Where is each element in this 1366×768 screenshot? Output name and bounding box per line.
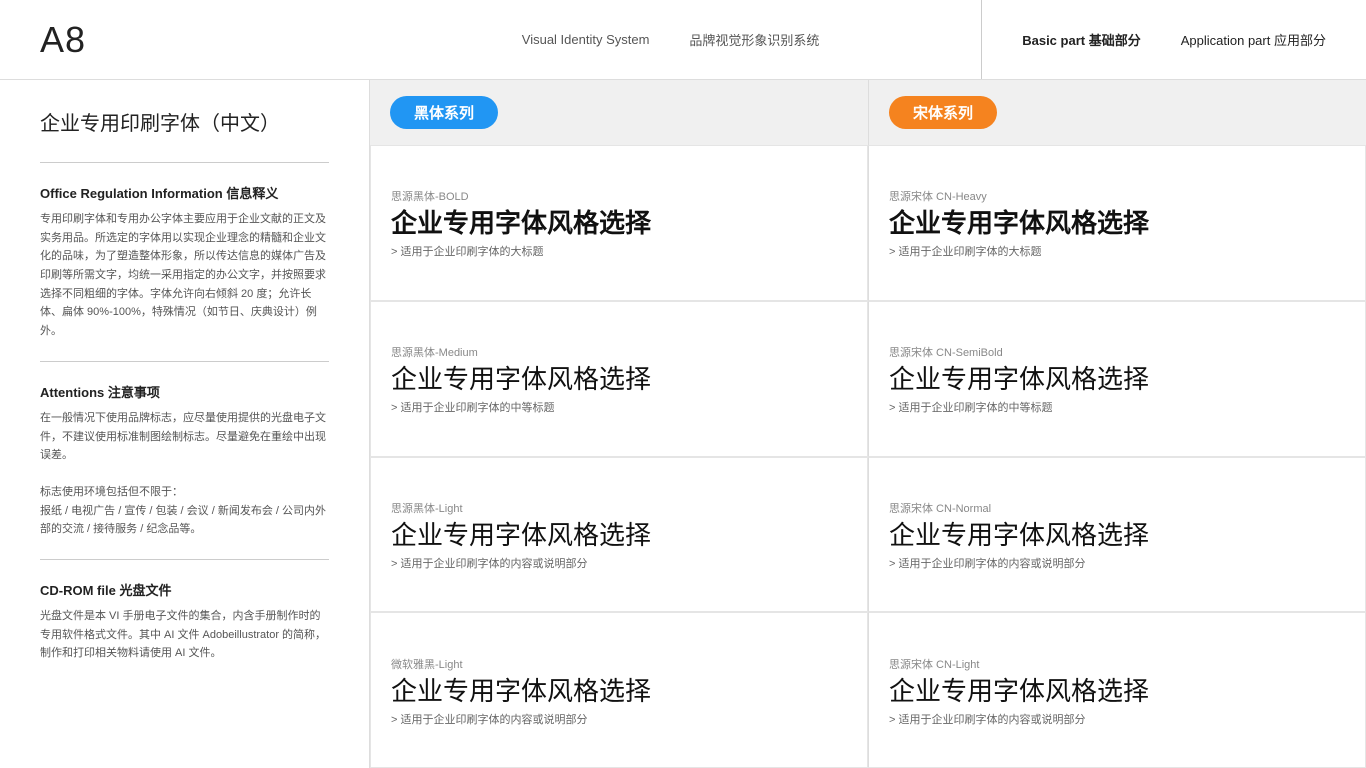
- sidebar: 企业专用印刷字体（中文） Office Regulation Informati…: [0, 80, 370, 768]
- main-layout: 企业专用印刷字体（中文） Office Regulation Informati…: [0, 80, 1366, 768]
- font-name-4-right: 思源宋体 CN-Light: [889, 656, 1345, 672]
- left-badge: 黑体系列: [390, 96, 498, 129]
- header-center: Visual Identity System 品牌视觉形象识别系统: [360, 0, 982, 79]
- nav-basic[interactable]: Basic part 基础部分: [1022, 30, 1141, 49]
- font-desc-4-left: > 适用于企业印刷字体的内容或说明部分: [391, 711, 847, 727]
- font-sample-3-right: 企业专用字体风格选择: [889, 520, 1345, 551]
- font-name-1-left: 思源黑体-BOLD: [391, 188, 847, 204]
- right-cat-header: 宋体系列: [868, 80, 1366, 145]
- font-sample-1-right: 企业专用字体风格选择: [889, 208, 1345, 239]
- title-cn: 品牌视觉形象识别系统: [689, 30, 819, 49]
- attentions-text-1: 在一般情况下使用品牌标志，应尽量使用提供的光盘电子文件，不建议使用标准制图绘制标…: [40, 409, 329, 465]
- font-sample-2-left: 企业专用字体风格选择: [391, 364, 847, 395]
- page-number: A8: [40, 19, 360, 61]
- font-desc-4-right: > 适用于企业印刷字体的内容或说明部分: [889, 711, 1345, 727]
- font-name-3-left: 思源黑体-Light: [391, 500, 847, 516]
- divider-1: [40, 162, 329, 163]
- font-sample-4-right: 企业专用字体风格选择: [889, 676, 1345, 707]
- font-name-3-right: 思源宋体 CN-Normal: [889, 500, 1345, 516]
- font-sample-2-right: 企业专用字体风格选择: [889, 364, 1345, 395]
- font-row-2-left: 思源黑体-Medium 企业专用字体风格选择 > 适用于企业印刷字体的中等标题: [370, 301, 868, 457]
- font-name-1-right: 思源宋体 CN-Heavy: [889, 188, 1345, 204]
- font-name-2-left: 思源黑体-Medium: [391, 344, 847, 360]
- font-row-1-right: 思源宋体 CN-Heavy 企业专用字体风格选择 > 适用于企业印刷字体的大标题: [868, 145, 1366, 301]
- attentions-text-3: 报纸 / 电视广告 / 宣传 / 包装 / 会议 / 新闻发布会 / 公司内外部…: [40, 502, 329, 539]
- font-sample-4-left: 企业专用字体风格选择: [391, 676, 847, 707]
- attentions-text-2: 标志使用环境包括但不限于：: [40, 483, 329, 502]
- title-en: Visual Identity System: [522, 32, 650, 47]
- font-desc-3-left: > 适用于企业印刷字体的内容或说明部分: [391, 555, 847, 571]
- nav-application[interactable]: Application part 应用部分: [1181, 30, 1326, 49]
- font-row-1-left: 思源黑体-BOLD 企业专用字体风格选择 > 适用于企业印刷字体的大标题: [370, 145, 868, 301]
- font-row-4-left: 微软雅黑-Light 企业专用字体风格选择 > 适用于企业印刷字体的内容或说明部…: [370, 612, 868, 768]
- header-left: A8: [40, 19, 360, 61]
- info-text: 专用印刷字体和专用办公字体主要应用于企业文献的正文及实务用品。所选定的字体用以实…: [40, 210, 329, 341]
- font-desc-1-left: > 适用于企业印刷字体的大标题: [391, 243, 847, 259]
- divider-3: [40, 559, 329, 560]
- content-area: 黑体系列 宋体系列 思源黑体-BOLD 企业专用字体风格选择 > 适用于企业印刷…: [370, 80, 1366, 768]
- header-right: Basic part 基础部分 Application part 应用部分: [982, 30, 1326, 49]
- font-desc-3-right: > 适用于企业印刷字体的内容或说明部分: [889, 555, 1345, 571]
- left-cat-header: 黑体系列: [370, 80, 868, 145]
- info-title: Office Regulation Information 信息释义: [40, 183, 329, 202]
- cdrom-text: 光盘文件是本 VI 手册电子文件的集合，内含手册制作时的专用软件格式文件。其中 …: [40, 607, 329, 663]
- font-sample-1-left: 企业专用字体风格选择: [391, 208, 847, 239]
- font-row-3-left: 思源黑体-Light 企业专用字体风格选择 > 适用于企业印刷字体的内容或说明部…: [370, 457, 868, 613]
- font-name-4-left: 微软雅黑-Light: [391, 656, 847, 672]
- font-desc-2-left: > 适用于企业印刷字体的中等标题: [391, 399, 847, 415]
- sidebar-title: 企业专用印刷字体（中文）: [40, 110, 329, 138]
- font-desc-1-right: > 适用于企业印刷字体的大标题: [889, 243, 1345, 259]
- right-badge: 宋体系列: [889, 96, 997, 129]
- font-name-2-right: 思源宋体 CN-SemiBold: [889, 344, 1345, 360]
- divider-2: [40, 361, 329, 362]
- attentions-title: Attentions 注意事项: [40, 382, 329, 401]
- header: A8 Visual Identity System 品牌视觉形象识别系统 Bas…: [0, 0, 1366, 80]
- font-row-4-right: 思源宋体 CN-Light 企业专用字体风格选择 > 适用于企业印刷字体的内容或…: [868, 612, 1366, 768]
- font-row-2-right: 思源宋体 CN-SemiBold 企业专用字体风格选择 > 适用于企业印刷字体的…: [868, 301, 1366, 457]
- font-row-3-right: 思源宋体 CN-Normal 企业专用字体风格选择 > 适用于企业印刷字体的内容…: [868, 457, 1366, 613]
- font-sample-3-left: 企业专用字体风格选择: [391, 520, 847, 551]
- font-desc-2-right: > 适用于企业印刷字体的中等标题: [889, 399, 1345, 415]
- cdrom-title: CD-ROM file 光盘文件: [40, 580, 329, 599]
